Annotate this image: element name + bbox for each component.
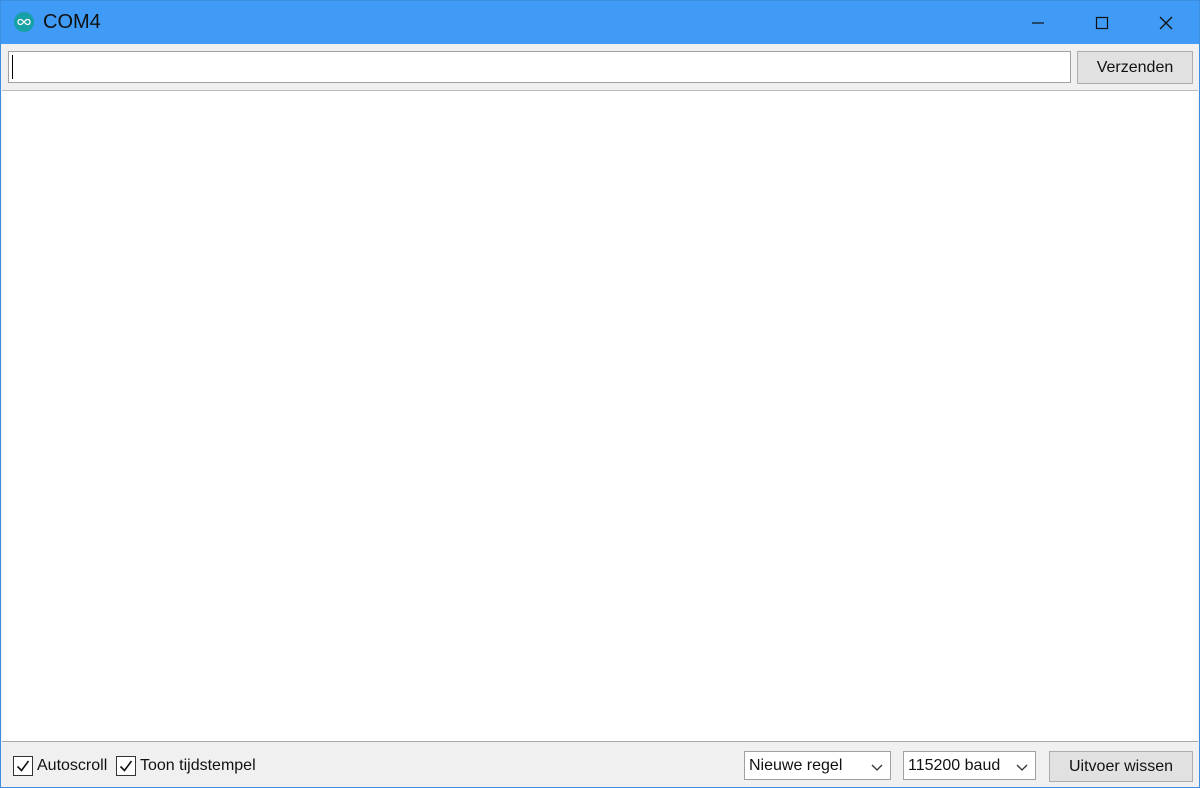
status-bar: Autoscroll Toon tijdstempel Nieuwe regel… bbox=[1, 743, 1199, 787]
line-ending-value: Nieuwe regel bbox=[749, 756, 843, 774]
maximize-button[interactable] bbox=[1070, 1, 1134, 44]
autoscroll-label[interactable]: Autoscroll bbox=[37, 757, 107, 775]
checkmark-icon bbox=[16, 760, 30, 772]
close-icon bbox=[1159, 16, 1173, 29]
chevron-down-icon bbox=[1016, 764, 1028, 771]
minimize-icon bbox=[1032, 21, 1044, 24]
checkbox-box[interactable] bbox=[116, 756, 136, 776]
baud-rate-value: 115200 baud bbox=[908, 756, 1001, 774]
checkmark-icon bbox=[119, 760, 133, 772]
timestamp-checkbox[interactable]: Toon tijdstempel bbox=[116, 756, 256, 776]
minimize-button[interactable] bbox=[1006, 1, 1070, 44]
window-title: COM4 bbox=[43, 11, 101, 33]
maximize-icon bbox=[1095, 16, 1109, 29]
close-button[interactable] bbox=[1134, 1, 1198, 44]
chevron-down-icon bbox=[871, 764, 883, 771]
send-bar: Verzenden bbox=[1, 44, 1199, 90]
infinity-glyph bbox=[17, 18, 31, 26]
clear-output-button[interactable]: Uitvoer wissen bbox=[1049, 751, 1193, 782]
title-bar[interactable]: COM4 bbox=[1, 1, 1199, 44]
baud-rate-select[interactable]: 115200 baud bbox=[903, 751, 1036, 780]
text-caret bbox=[12, 55, 13, 79]
serial-output-area[interactable] bbox=[2, 90, 1198, 742]
checkbox-box[interactable] bbox=[13, 756, 33, 776]
arduino-infinity-icon bbox=[14, 12, 34, 32]
timestamp-label[interactable]: Toon tijdstempel bbox=[140, 757, 256, 775]
serial-monitor-window: COM4 Verzenden Autoscroll Toon tijdstemp… bbox=[0, 0, 1200, 788]
autoscroll-checkbox[interactable]: Autoscroll bbox=[13, 756, 107, 776]
send-input[interactable] bbox=[8, 51, 1071, 83]
send-button[interactable]: Verzenden bbox=[1077, 51, 1193, 84]
line-ending-select[interactable]: Nieuwe regel bbox=[744, 751, 891, 780]
